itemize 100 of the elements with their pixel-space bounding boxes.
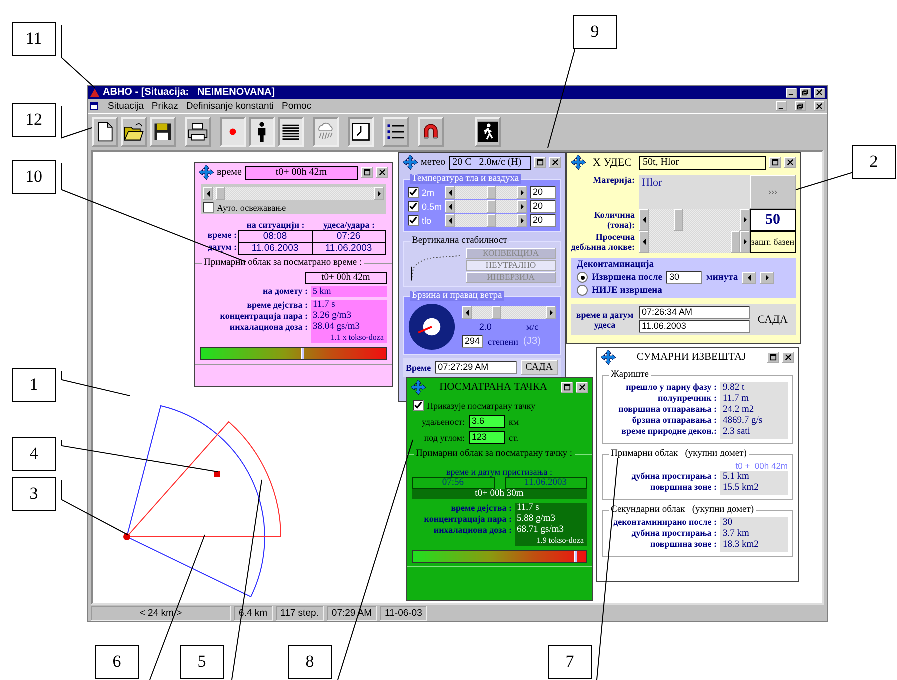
scroll-right-button[interactable] <box>740 231 750 253</box>
level-label: 0.5m <box>422 202 442 212</box>
slider-thumb[interactable] <box>731 231 740 253</box>
close-button[interactable] <box>376 167 388 178</box>
slider-thumb[interactable] <box>486 214 496 227</box>
right-arrow-icon <box>744 239 746 245</box>
slider-thumb[interactable] <box>216 187 226 200</box>
person-tool-button[interactable] <box>249 117 275 147</box>
substance-field[interactable]: Hlor <box>639 175 750 209</box>
scroll-left-button[interactable] <box>462 306 472 319</box>
maximize-button[interactable] <box>361 167 373 178</box>
restore-button[interactable] <box>795 101 806 111</box>
amount-field[interactable]: 50 <box>750 209 796 231</box>
walk-button[interactable] <box>475 117 501 147</box>
radio-button[interactable] <box>577 272 588 283</box>
maximize-button[interactable] <box>534 157 546 168</box>
depth-value: зашт. базен <box>750 231 796 253</box>
field-label: време и датум удеса <box>575 310 635 330</box>
scroll-left-button[interactable] <box>639 209 649 231</box>
temperature-field[interactable]: 20 <box>530 214 556 227</box>
scroll-left-button[interactable] <box>445 214 455 227</box>
close-button[interactable] <box>814 101 825 111</box>
decrease-button[interactable] <box>742 272 756 284</box>
magnet-button[interactable] <box>418 117 444 147</box>
checkbox[interactable] <box>413 400 424 411</box>
close-button[interactable] <box>576 382 588 393</box>
callout-label: 11 <box>12 22 56 56</box>
callout-label: 5 <box>180 645 224 679</box>
maximize-button[interactable] <box>561 382 573 393</box>
checkbox[interactable] <box>408 201 419 212</box>
close-button[interactable] <box>814 88 825 98</box>
stability-button[interactable]: НЕУТРАЛНО <box>466 260 556 271</box>
increase-button[interactable] <box>760 272 774 284</box>
accident-summary-field[interactable]: 50t, Hlor <box>638 156 766 170</box>
slider-thumb[interactable] <box>492 306 500 319</box>
lines-tool-button[interactable] <box>278 117 304 147</box>
maximize-button[interactable] <box>767 352 779 363</box>
scroll-left-button[interactable] <box>445 186 455 199</box>
move-icon[interactable] <box>199 165 214 180</box>
move-icon[interactable] <box>601 350 616 365</box>
stat-label: концентрација пара : <box>219 311 308 322</box>
scroll-right-button[interactable] <box>374 187 384 200</box>
callout-label: 8 <box>288 645 332 679</box>
stat-value: 5.1 km <box>723 472 750 483</box>
temperature-field[interactable]: 20 <box>530 186 556 199</box>
stat-label: инхалациона доза : <box>432 525 512 536</box>
slider-thumb[interactable] <box>486 186 496 199</box>
print-button[interactable] <box>185 117 211 147</box>
list-button[interactable] <box>383 117 409 147</box>
scroll-left-button[interactable] <box>203 187 213 200</box>
radio-button[interactable] <box>577 285 588 296</box>
weather-button[interactable] <box>313 117 339 147</box>
direction-field[interactable]: 294 <box>462 335 484 348</box>
move-icon[interactable] <box>403 155 418 170</box>
open-button[interactable] <box>121 117 147 147</box>
arrival-label: време и датум пристизања : <box>446 467 554 477</box>
minutes-field[interactable]: 30 <box>666 271 702 284</box>
scroll-right-button[interactable] <box>517 200 527 213</box>
temperature-field[interactable]: 20 <box>530 200 556 213</box>
slider-thumb[interactable] <box>486 200 496 213</box>
scroll-right-button[interactable] <box>517 214 527 227</box>
minimize-button[interactable] <box>786 88 797 98</box>
input-field[interactable]: 123 <box>469 431 505 444</box>
scroll-right-button[interactable] <box>740 209 750 231</box>
checkbox[interactable] <box>408 187 419 198</box>
weather-summary-field[interactable]: 20 C 2.0м/с (Н) <box>448 156 531 170</box>
save-button[interactable] <box>150 117 176 147</box>
close-button[interactable] <box>784 157 796 168</box>
now-button[interactable]: САДА <box>520 360 558 375</box>
date-field[interactable]: 11.06.2003 <box>639 320 750 333</box>
checkbox[interactable] <box>408 215 419 226</box>
menu-item[interactable]: Prikaz <box>152 100 178 112</box>
close-icon <box>816 89 823 96</box>
restore-button[interactable] <box>800 88 811 98</box>
move-icon[interactable] <box>571 155 586 170</box>
right-arrow-icon <box>378 190 380 196</box>
menu-item[interactable]: Definisanje konstanti <box>186 100 274 112</box>
menu-item[interactable]: Situacija <box>108 100 144 112</box>
menu-item[interactable]: Pomoc <box>282 100 312 112</box>
scroll-right-button[interactable] <box>546 306 556 319</box>
scroll-right-button[interactable] <box>517 186 527 199</box>
stat-value: 2.3 sati <box>723 427 752 438</box>
new-button[interactable] <box>92 117 118 147</box>
leader-line <box>62 480 128 536</box>
close-button[interactable] <box>782 352 794 363</box>
scroll-left-button[interactable] <box>445 200 455 213</box>
time-offset-field[interactable]: t0+ 00h 42m <box>244 166 358 180</box>
stat-value: 24.2 m2 <box>723 405 756 416</box>
input-field[interactable]: 3.6 <box>469 415 505 428</box>
clock-button[interactable] <box>348 117 374 147</box>
minimize-button[interactable] <box>776 101 787 111</box>
move-icon[interactable] <box>411 380 426 395</box>
time-field[interactable]: 07:26:34 AM <box>639 306 750 319</box>
wind-direction-dial[interactable] <box>408 303 456 351</box>
scroll-left-button[interactable] <box>639 231 649 253</box>
time-field[interactable]: 07:27:29 AM <box>435 361 517 374</box>
checkbox[interactable] <box>203 202 214 213</box>
slider-thumb[interactable] <box>674 209 683 231</box>
maximize-button[interactable] <box>769 157 781 168</box>
close-button[interactable] <box>549 157 561 168</box>
